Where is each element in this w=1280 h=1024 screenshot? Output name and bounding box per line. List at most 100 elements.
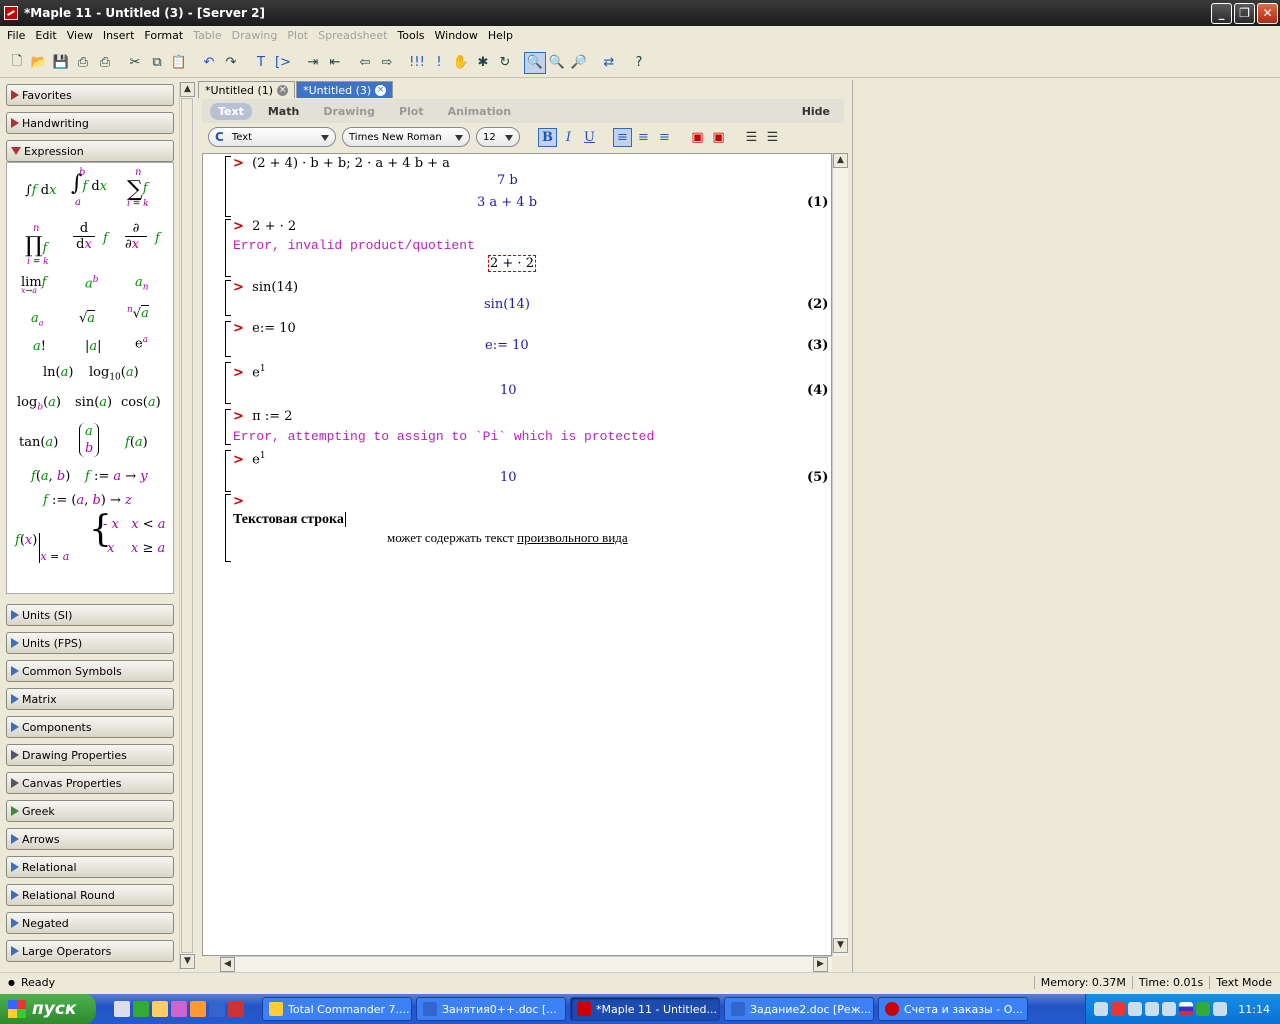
zoom-150-icon[interactable]: 🔍 <box>546 52 568 74</box>
app-icon[interactable] <box>171 1001 187 1017</box>
palette-large-operators[interactable]: Large Operators <box>6 940 174 962</box>
execute-icon[interactable]: ! <box>428 52 450 74</box>
app-icon[interactable] <box>152 1001 168 1017</box>
app-icon[interactable] <box>228 1001 244 1017</box>
underline-icon[interactable]: U <box>580 128 599 147</box>
text-line-2[interactable]: может содержать текст произвольного вида <box>387 530 628 546</box>
task-opera[interactable]: Счета и заказы - О... <box>878 997 1028 1021</box>
input-line-8[interactable]: > <box>233 494 244 509</box>
restore-button[interactable]: ❐ <box>1234 3 1255 24</box>
palette-relational-round[interactable]: Relational Round <box>6 884 174 906</box>
outdent-icon[interactable]: ⇤ <box>324 52 346 74</box>
product-template[interactable]: n ∏f i = k <box>25 223 49 267</box>
piecewise-template[interactable]: {- x x < a x x ≥ a <box>89 509 166 561</box>
bullet-list-icon[interactable]: ☰ <box>742 128 761 147</box>
execute-worksheet-icon[interactable]: !!! <box>406 52 428 74</box>
palette-common-symbols[interactable]: Common Symbols <box>6 660 174 682</box>
excel-icon[interactable] <box>133 1001 149 1017</box>
align-right-icon[interactable]: ≡ <box>655 128 674 147</box>
redo-icon[interactable]: ↷ <box>220 52 242 74</box>
print-preview-icon[interactable]: ⎙ <box>94 52 116 74</box>
text-color-icon[interactable]: ▣ <box>688 128 707 147</box>
factorial-template[interactable]: a! <box>33 339 46 354</box>
app-icon[interactable] <box>190 1001 206 1017</box>
copy-icon[interactable]: ⧉ <box>146 52 168 74</box>
arrow-function-template[interactable]: f := a → y <box>85 469 148 484</box>
restart-icon[interactable]: ↻ <box>494 52 516 74</box>
derivative-template[interactable]: d dx f <box>73 221 108 252</box>
tray-icon[interactable] <box>1111 1002 1126 1016</box>
sin-template[interactable]: sin(a) <box>75 395 112 410</box>
stop-hand-icon[interactable]: ✋ <box>450 52 472 74</box>
bold-icon[interactable]: B <box>538 127 557 147</box>
indent-icon[interactable]: ⇥ <box>302 52 324 74</box>
menu-format[interactable]: Format <box>139 29 188 42</box>
scroll-up-icon[interactable]: ▲ <box>180 82 195 97</box>
palette-canvas-properties[interactable]: Canvas Properties <box>6 772 174 794</box>
worksheet-vertical-scrollbar[interactable]: ▲ ▼ <box>832 153 848 956</box>
worksheet-horizontal-scrollbar[interactable]: ◀ ▶ <box>220 956 832 972</box>
italic-icon[interactable]: I <box>559 128 578 147</box>
palette-negated[interactable]: Negated <box>6 912 174 934</box>
zoom-100-icon[interactable]: 🔍 <box>524 51 546 74</box>
menu-tools[interactable]: Tools <box>392 29 429 42</box>
input-line-7[interactable]: > e1 <box>233 451 266 467</box>
style-select[interactable]: C Text <box>208 127 336 147</box>
palette-arrows[interactable]: Arrows <box>6 828 174 850</box>
zoom-200-icon[interactable]: 🔎 <box>568 52 590 74</box>
palette-components[interactable]: Components <box>6 716 174 738</box>
save-icon[interactable]: 💾 <box>50 52 72 74</box>
open-folder-icon[interactable]: 📂 <box>28 52 50 74</box>
debug-icon[interactable]: ✱ <box>472 52 494 74</box>
task-word-doc-1[interactable]: Занятия0++.doc [... <box>416 997 566 1021</box>
tray-icon[interactable] <box>1128 1002 1143 1016</box>
menu-plot[interactable]: Plot <box>282 29 313 42</box>
palette-units-si[interactable]: Units (SI) <box>6 604 174 626</box>
scroll-down-icon[interactable]: ▼ <box>833 938 848 953</box>
atomic-subscript-template[interactable]: aa <box>31 311 44 328</box>
integral-template[interactable]: ∫f dx <box>25 183 56 198</box>
input-line-1[interactable]: > (2 + 4) · b + b; 2 · a + 4 b + a <box>233 156 450 171</box>
desktop-icon[interactable] <box>114 1001 130 1017</box>
forward-arrow-icon[interactable]: ⇨ <box>376 52 398 74</box>
abs-template[interactable]: |a| <box>85 339 102 354</box>
math-prompt-icon[interactable]: [> <box>272 52 294 74</box>
tray-icon[interactable] <box>1196 1002 1211 1016</box>
text-mode-icon[interactable]: T <box>250 52 272 74</box>
log10-template[interactable]: log10(a) <box>89 365 139 383</box>
menu-view[interactable]: View <box>62 29 98 42</box>
palette-expression[interactable]: Expression <box>6 140 174 162</box>
power-template[interactable]: ab <box>85 275 99 291</box>
text-line-1[interactable]: Текстовая строка <box>233 512 350 528</box>
clock[interactable]: 11:14 <box>1238 1003 1270 1016</box>
input-line-4[interactable]: > e:= 10 <box>233 321 296 336</box>
nth-root-template[interactable]: n√a <box>127 305 149 322</box>
menu-drawing[interactable]: Drawing <box>227 29 283 42</box>
align-center-icon[interactable]: ≡ <box>634 128 653 147</box>
menu-insert[interactable]: Insert <box>98 29 140 42</box>
binomial-template[interactable]: ab <box>79 423 100 457</box>
start-button[interactable]: пуск <box>0 994 96 1024</box>
language-flag-icon[interactable] <box>1179 1002 1194 1016</box>
tray-icon[interactable] <box>1162 1002 1177 1016</box>
undo-icon[interactable]: ↶ <box>198 52 220 74</box>
cos-template[interactable]: cos(a) <box>121 395 161 410</box>
tab-untitled-3[interactable]: *Untitled (3) × <box>296 81 394 98</box>
function-template[interactable]: f(a) <box>125 435 148 450</box>
palette-units-fps[interactable]: Units (FPS) <box>6 632 174 654</box>
palette-favorites[interactable]: Favorites <box>6 84 174 106</box>
close-tab-icon[interactable]: × <box>277 84 289 96</box>
tab-untitled-1[interactable]: *Untitled (1) × <box>198 81 296 98</box>
minimize-button[interactable]: _ <box>1211 3 1232 24</box>
tan-template[interactable]: tan(a) <box>19 435 58 450</box>
sum-template[interactable]: n ∑f i = k <box>127 167 149 209</box>
palette-matrix[interactable]: Matrix <box>6 688 174 710</box>
palette-relational[interactable]: Relational <box>6 856 174 878</box>
scroll-left-icon[interactable]: ◀ <box>220 957 235 972</box>
input-line-6[interactable]: > π := 2 <box>233 409 293 424</box>
input-line-3[interactable]: > sin(14) <box>233 280 298 295</box>
palette-handwriting[interactable]: Handwriting <box>6 112 174 134</box>
cut-icon[interactable]: ✂ <box>124 52 146 74</box>
partial-derivative-template[interactable]: ∂ ∂x f <box>125 221 160 252</box>
sqrt-template[interactable]: √a <box>79 310 96 326</box>
